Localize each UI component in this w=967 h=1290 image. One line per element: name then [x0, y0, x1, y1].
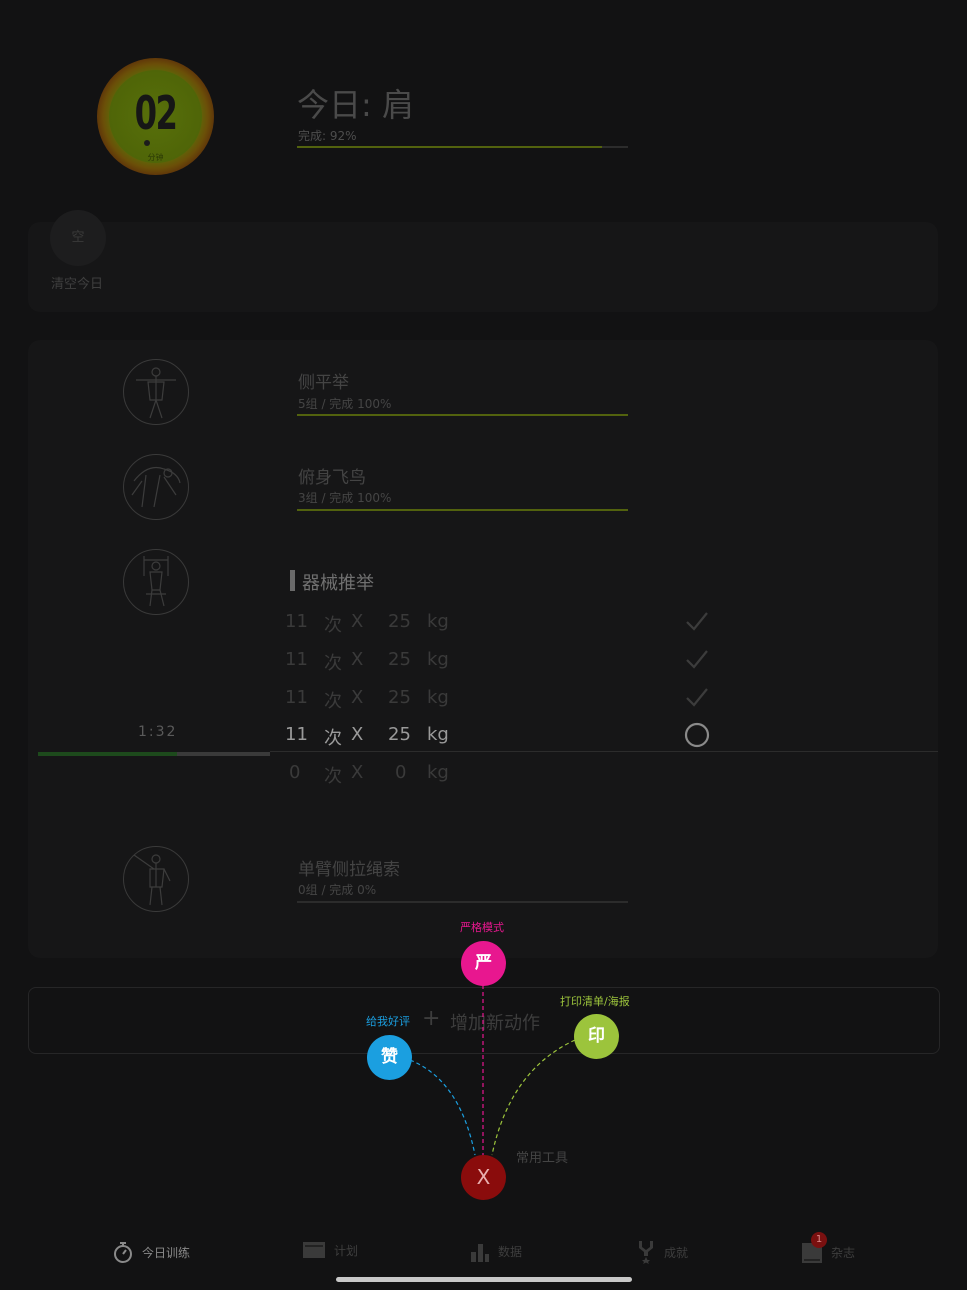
clear-icon: 空 [71, 230, 85, 245]
trophy-icon [639, 1241, 653, 1264]
set-times: X [351, 649, 364, 670]
set-reps[interactable]: 0 [289, 762, 300, 783]
machine-press-figure-icon[interactable] [123, 549, 189, 615]
tab-plan[interactable]: 计划 [302, 1240, 358, 1260]
active-indicator [290, 570, 295, 591]
tab-label: 今日训练 [142, 1245, 191, 1260]
timer-dot [144, 140, 150, 146]
strict-mode-label: 严格模式 [460, 921, 504, 934]
checkmark-icon[interactable] [683, 685, 711, 711]
print-button[interactable]: 印 [574, 1014, 619, 1059]
exercise-name[interactable]: 俯身飞鸟 [298, 463, 366, 488]
calendar-icon [303, 1242, 325, 1258]
strict-mode-icon: 严 [475, 953, 492, 973]
set-reps-unit: 次 [324, 728, 342, 749]
exercise-sub: 0组 / 完成 0% [298, 883, 377, 897]
set-weight-unit: kg [427, 687, 449, 708]
tab-magazine[interactable]: 杂志 [801, 1240, 855, 1264]
rate-button[interactable]: 赞 [367, 1035, 412, 1080]
tools-caption: 常用工具 [516, 1151, 569, 1166]
set-reps[interactable]: 11 [285, 687, 308, 708]
rear-delt-fly-figure-icon[interactable] [123, 454, 189, 520]
timer-unit: 分钟 [147, 153, 164, 162]
home-indicator[interactable] [336, 1277, 632, 1282]
progress-bar [297, 146, 628, 148]
close-tools-button[interactable]: X [461, 1155, 506, 1200]
active-exercise-name: 器械推举 [302, 573, 374, 594]
tab-label: 成就 [664, 1245, 689, 1260]
set-weight-unit: kg [427, 611, 449, 632]
tab-label: 数据 [498, 1244, 523, 1259]
stopwatch-icon [114, 1242, 132, 1263]
cable-raise-figure-icon[interactable] [123, 846, 189, 912]
thumbs-up-icon: 赞 [381, 1047, 398, 1067]
set-weight[interactable]: 0 [395, 762, 406, 783]
exercise-progress-bar [297, 901, 628, 903]
magazine-badge: 1 [811, 1232, 827, 1248]
tab-achievements[interactable]: 成就 [636, 1240, 688, 1264]
set-reps-unit: 次 [324, 615, 342, 636]
set-reps-unit: 次 [324, 766, 342, 787]
tab-today[interactable]: 今日训练 [112, 1240, 190, 1264]
progress-text: 完成: 92% [298, 129, 357, 143]
exercise-progress-fill [297, 509, 628, 511]
tab-data[interactable]: 数据 [470, 1240, 522, 1262]
checkmark-icon[interactable] [683, 647, 711, 673]
strict-mode-button[interactable]: 严 [461, 941, 506, 986]
rate-label: 给我好评 [366, 1015, 410, 1028]
set-weight[interactable]: 25 [388, 687, 411, 708]
set-times: X [351, 687, 364, 708]
divider [270, 751, 938, 752]
lateral-raise-figure-icon[interactable] [123, 359, 189, 425]
page-title: 今日: 肩 [297, 86, 414, 124]
print-label: 打印清单/海报 [560, 995, 630, 1008]
clear-today-label: 清空今日 [51, 277, 104, 292]
exercise-name[interactable]: 单臂侧拉绳索 [298, 855, 400, 880]
clear-panel [28, 222, 938, 312]
set-times: X [351, 762, 364, 783]
exercise-name[interactable]: 侧平举 [298, 368, 349, 393]
exercise-progress-fill [297, 414, 628, 416]
set-weight-unit: kg [427, 762, 449, 783]
close-icon: X [476, 1165, 491, 1189]
circle-incomplete-icon[interactable] [683, 722, 711, 748]
set-reps[interactable]: 11 [285, 724, 308, 745]
set-weight-unit: kg [427, 649, 449, 670]
exercise-sub: 5组 / 完成 100% [298, 397, 392, 411]
set-weight[interactable]: 25 [388, 724, 411, 745]
bar-chart-icon [471, 1244, 489, 1262]
rest-timer: 1:32 [138, 724, 178, 740]
exercise-sub: 3组 / 完成 100% [298, 491, 392, 505]
set-weight[interactable]: 25 [388, 611, 411, 632]
set-weight[interactable]: 25 [388, 649, 411, 670]
rest-progress-fill [38, 752, 178, 756]
set-reps-unit: 次 [324, 653, 342, 674]
progress-bar-fill [297, 146, 602, 148]
checkmark-icon[interactable] [683, 609, 711, 635]
set-times: X [351, 724, 364, 745]
tab-label: 计划 [334, 1243, 359, 1258]
set-reps[interactable]: 11 [285, 649, 308, 670]
clear-today-button[interactable]: 空 [50, 210, 106, 266]
set-reps[interactable]: 11 [285, 611, 308, 632]
set-times: X [351, 611, 364, 632]
set-weight-unit: kg [427, 724, 449, 745]
exercise-progress-bar [297, 414, 628, 416]
exercise-progress-bar [297, 509, 628, 511]
rest-progress-bar [38, 752, 270, 756]
timer-value: 02 [134, 86, 178, 140]
print-icon: 印 [588, 1026, 605, 1046]
set-reps-unit: 次 [324, 691, 342, 712]
tab-label: 杂志 [831, 1245, 856, 1260]
